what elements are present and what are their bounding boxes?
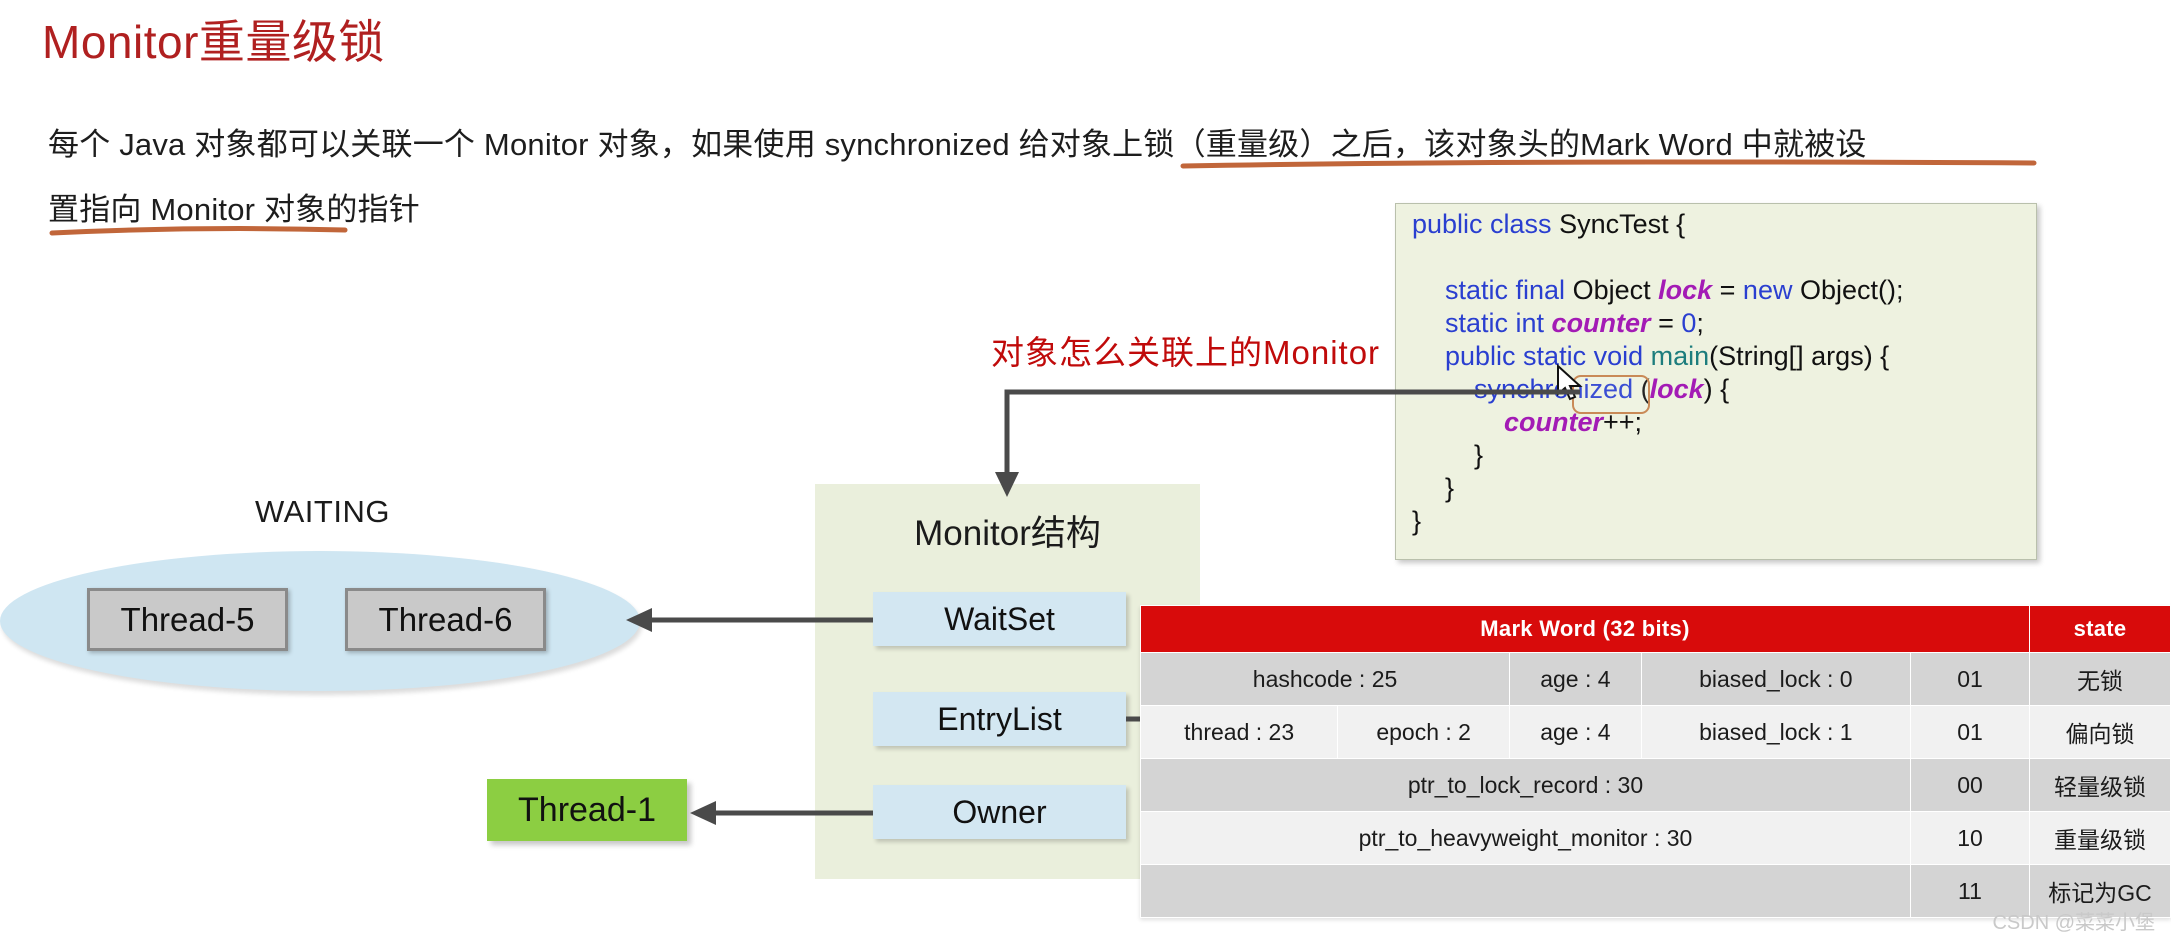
cell-epoch: epoch : 2 [1337, 705, 1511, 759]
code-line2-eq: = [1712, 275, 1743, 305]
code-line3-num: 0 [1681, 308, 1697, 338]
code-line2-new: new [1742, 275, 1793, 305]
cell-bits: 01 [1910, 705, 2030, 759]
code-line1-rest: SyncTest { [1551, 209, 1686, 239]
cell-age: age : 4 [1509, 705, 1642, 759]
annotation-text: 对象怎么关联上的Monitor [991, 334, 1381, 371]
code-line9: } [1412, 506, 1422, 536]
monitor-structure-title: Monitor结构 [914, 514, 1101, 553]
code-line8: } [1445, 473, 1455, 503]
cell-state: 轻量级锁 [2029, 758, 2171, 812]
code-block: public class SyncTest { static final Obj… [1412, 208, 2032, 538]
code-line4-tail: (String[] args) { [1709, 341, 1890, 371]
code-line4-keyword: public static void [1445, 341, 1644, 371]
code-line5-var: lock [1649, 374, 1704, 404]
cell-bits: 00 [1910, 758, 2030, 812]
underline-markword [1180, 159, 2037, 169]
monitor-slot-owner[interactable]: Owner [873, 785, 1126, 839]
waiting-state-label: WAITING [255, 494, 390, 529]
cell-bits: 10 [1910, 811, 2030, 865]
cell-ptr-heavyweight: ptr_to_heavyweight_monitor : 30 [1140, 811, 1911, 865]
table-header-markword: Mark Word (32 bits) [1140, 605, 2030, 653]
table-row: ptr_to_heavyweight_monitor : 30 10 重量级锁 [1140, 811, 2171, 865]
cell-empty [1140, 864, 1911, 918]
table-row: ptr_to_lock_record : 30 00 轻量级锁 [1140, 758, 2171, 812]
table-row: thread : 23 epoch : 2 age : 4 biased_loc… [1139, 705, 2171, 759]
code-line4-method: main [1643, 341, 1710, 371]
code-line3-eq: = [1650, 308, 1682, 338]
table-row: hashcode : 25 age : 4 biased_lock : 0 01… [1139, 652, 2171, 706]
cell-biased-lock: biased_lock : 0 [1640, 652, 1912, 706]
watermark: CSDN @菜菜小堡 [1992, 912, 2155, 934]
code-line3-var: counter [1544, 308, 1651, 338]
owner-arrowhead [690, 801, 716, 825]
cell-thread: thread : 23 [1139, 705, 1339, 759]
cell-hashcode: hashcode : 25 [1139, 652, 1511, 706]
cell-age: age : 4 [1509, 652, 1642, 706]
underline-pointer [49, 226, 348, 236]
code-line3-keyword: static int [1445, 308, 1545, 338]
cell-bits: 01 [1910, 652, 2030, 706]
cell-state: 无锁 [2029, 652, 2171, 706]
monitor-slot-entrylist[interactable]: EntryList [873, 692, 1126, 746]
thread-box-5[interactable]: Thread-5 [87, 588, 288, 651]
mouse-cursor-icon [1557, 364, 1583, 401]
cell-biased-lock: biased_lock : 1 [1640, 705, 1912, 759]
code-line2-var: lock [1658, 275, 1713, 305]
code-line7: } [1474, 440, 1484, 470]
table-header-row: Mark Word (32 bits) state [1140, 605, 2171, 653]
cell-state: 重量级锁 [2029, 811, 2171, 865]
mark-word-table: Mark Word (32 bits) state hashcode : 25 … [1139, 605, 2171, 918]
thread-box-owner[interactable]: Thread-1 [487, 779, 687, 841]
code-line3-semi: ; [1696, 308, 1704, 338]
cell-state: 偏向锁 [2029, 705, 2171, 759]
code-line2-tail: Object(); [1792, 275, 1904, 305]
table-header-state: state [2029, 605, 2171, 653]
code-line2-type: Object [1565, 275, 1659, 305]
code-line1-keyword: public class [1412, 209, 1552, 239]
code-line5-tail: ) { [1703, 374, 1730, 404]
monitor-slot-waitset[interactable]: WaitSet [873, 592, 1126, 646]
thread-box-6[interactable]: Thread-6 [345, 588, 546, 651]
code-line2-keyword: static final [1445, 275, 1566, 305]
cell-ptr-lock-record: ptr_to_lock_record : 30 [1140, 758, 1911, 812]
